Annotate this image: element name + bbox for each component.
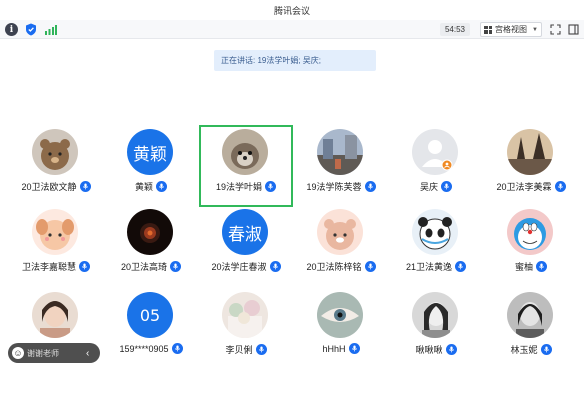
participant-name: 21卫法黄逸 <box>405 262 452 272</box>
avatar-photo <box>317 209 363 255</box>
avatar-photo <box>222 292 268 338</box>
avatar-initials: 05 <box>127 292 173 338</box>
participant-tile[interactable]: 21卫法黄逸 <box>389 205 483 287</box>
smile-icon: ☺ <box>12 347 24 359</box>
participant-tile[interactable]: 啾啾啾 <box>389 288 483 370</box>
participant-tile[interactable]: 林玉妮 <box>484 288 578 370</box>
participant-name-row: 19法学叶娟 <box>201 180 291 193</box>
avatar-photo <box>317 129 363 175</box>
mic-icon <box>554 181 566 192</box>
mic-icon <box>269 261 281 272</box>
participant-name: 蜜柚 <box>514 262 533 272</box>
participant-name: 黄颖 <box>134 182 153 192</box>
mic-icon <box>156 181 167 192</box>
mic-icon <box>364 261 376 272</box>
participant-name: 吴庆 <box>419 182 438 192</box>
participant-tile[interactable]: 李贝俐 <box>199 288 293 370</box>
participant-tile[interactable]: 蜜柚 <box>484 205 578 287</box>
mic-icon <box>445 344 457 355</box>
participant-name-row: 林玉妮 <box>484 343 578 356</box>
participant-name-row: 20法学庄春淑 <box>199 260 293 273</box>
participant-name: 159****0905 <box>119 343 169 354</box>
participant-tile[interactable]: hHhH <box>294 288 388 370</box>
avatar-photo <box>507 292 553 338</box>
participant-name-row: 20卫法高琦 <box>104 260 198 273</box>
mic-icon <box>79 261 90 272</box>
participant-tile[interactable]: 20卫法李美霖 <box>484 125 578 207</box>
participant-name: 20卫法李美霖 <box>496 182 552 192</box>
participant-name-row: 黄颖 <box>104 180 198 193</box>
mic-icon <box>170 261 181 272</box>
participant-name-row: 20卫法李美霖 <box>484 180 578 193</box>
participant-tile[interactable]: 19法学陈芙蓉 <box>294 125 388 207</box>
participant-name-row: 21卫法黄逸 <box>389 260 483 273</box>
avatar-photo <box>317 292 363 338</box>
avatar-photo <box>507 129 553 175</box>
participant-name: 20卫法高琦 <box>120 262 167 272</box>
avatar-photo <box>32 209 78 255</box>
participant-name-row: 卫法李嘉聪慧 <box>9 260 103 273</box>
default-avatar-icon <box>412 129 458 175</box>
chat-preview[interactable]: ☺ 谢谢老师 ‹ <box>8 343 100 363</box>
participant-name: 20卫法欧文静 <box>21 182 77 192</box>
participant-name-row: hHhH <box>294 343 388 354</box>
participant-name-row: 李贝俐 <box>199 343 293 356</box>
avatar-photo <box>412 292 458 338</box>
participant-name: 19法学陈芙蓉 <box>306 182 362 192</box>
avatar-photo <box>32 292 78 338</box>
mic-icon <box>255 344 267 355</box>
participant-tile[interactable]: 卫法李嘉聪慧 <box>9 205 103 287</box>
participant-name-row: 啾啾啾 <box>389 343 483 356</box>
participant-name: 19法学叶娟 <box>215 182 262 192</box>
participant-name: 林玉妮 <box>510 345 538 355</box>
participant-tile[interactable]: 黄颖 黄颖 <box>104 125 198 207</box>
participant-tile[interactable]: 20卫法高琦 <box>104 205 198 287</box>
avatar-photo <box>127 209 173 255</box>
avatar-initials: 黄颖 <box>127 129 173 175</box>
avatar-photo <box>507 209 553 255</box>
participant-name-row: 20卫法欧文静 <box>9 180 103 193</box>
participant-name: 啾啾啾 <box>415 345 443 355</box>
avatar-initials: 春淑 <box>222 209 268 255</box>
chevron-left-icon[interactable]: ‹ <box>86 348 89 359</box>
mic-icon <box>171 343 183 354</box>
mic-icon <box>536 261 547 272</box>
mic-icon <box>540 344 552 355</box>
participant-tile[interactable]: 20卫法陈梓铭 <box>294 205 388 287</box>
participant-tile[interactable]: 05 159****0905 <box>104 288 198 370</box>
participant-name: 李贝俐 <box>225 345 253 355</box>
participant-name: 20卫法陈梓铭 <box>306 262 362 272</box>
avatar-photo <box>32 129 78 175</box>
participant-tile-speaking[interactable]: 19法学叶娟 <box>199 125 293 207</box>
mic-icon <box>79 181 91 192</box>
mic-icon <box>348 343 360 354</box>
participant-tile[interactable]: 吴庆 <box>389 125 483 207</box>
avatar-photo <box>412 209 458 255</box>
mic-icon <box>441 181 452 192</box>
chat-preview-text: 谢谢老师 <box>27 348 59 358</box>
participant-name: hHhH <box>322 343 346 354</box>
participant-tile[interactable]: 春淑 20法学庄春淑 <box>199 205 293 287</box>
participant-name-row: 159****0905 <box>104 343 198 354</box>
participant-name: 20法学庄春淑 <box>211 262 267 272</box>
participant-tile[interactable]: 20卫法欧文静 <box>9 125 103 207</box>
participant-name-row: 吴庆 <box>389 180 483 193</box>
avatar-photo <box>222 129 268 175</box>
mic-icon <box>455 261 466 272</box>
participant-name: 卫法李嘉聪慧 <box>21 262 76 272</box>
participant-name-row: 蜜柚 <box>484 260 578 273</box>
mic-speaking-icon <box>265 181 276 192</box>
mic-icon <box>364 181 376 192</box>
participant-name-row: 19法学陈芙蓉 <box>294 180 388 193</box>
participant-name-row: 20卫法陈梓铭 <box>294 260 388 273</box>
